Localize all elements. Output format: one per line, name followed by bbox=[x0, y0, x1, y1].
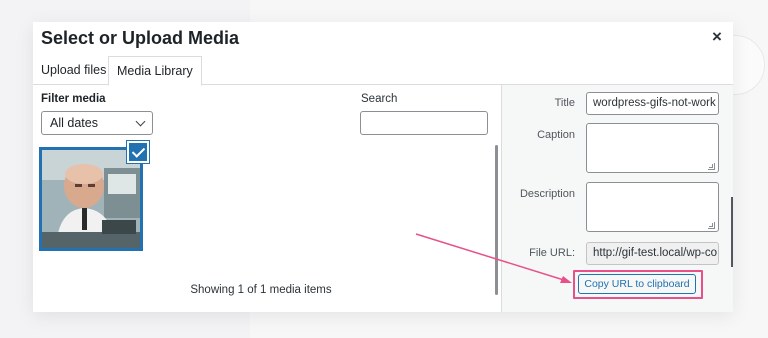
gif-thumbnail-image bbox=[42, 150, 140, 248]
media-modal: Select or Upload Media × Upload files Me… bbox=[33, 22, 733, 312]
search-label: Search bbox=[361, 93, 398, 105]
media-browser: Filter media All dates Search Showing 1 … bbox=[33, 85, 501, 312]
attachment-details-panel: Title wordpress-gifs-not-work Caption De… bbox=[501, 85, 733, 312]
file-url-label: File URL: bbox=[529, 247, 575, 259]
description-field[interactable] bbox=[586, 182, 719, 232]
tab-media-library[interactable]: Media Library bbox=[108, 56, 202, 86]
selected-checkmark-icon[interactable] bbox=[127, 141, 149, 163]
title-label: Title bbox=[554, 97, 575, 109]
title-field[interactable]: wordpress-gifs-not-work bbox=[586, 92, 719, 115]
resize-grip-icon[interactable] bbox=[708, 222, 715, 229]
media-tabs: Upload files Media Library bbox=[33, 56, 733, 86]
modal-title: Select or Upload Media bbox=[41, 28, 240, 48]
resize-grip-icon[interactable] bbox=[708, 163, 715, 170]
media-scrollbar[interactable] bbox=[495, 145, 498, 295]
chevron-down-icon bbox=[135, 116, 146, 127]
file-url-field[interactable]: http://gif-test.local/wp-co bbox=[586, 242, 719, 265]
caption-label: Caption bbox=[537, 129, 575, 141]
close-icon[interactable]: × bbox=[709, 28, 725, 45]
search-input[interactable] bbox=[360, 111, 488, 135]
date-filter-value: All dates bbox=[50, 116, 98, 130]
copy-url-button[interactable]: Copy URL to clipboard bbox=[578, 274, 696, 294]
media-count-text: Showing 1 of 1 media items bbox=[190, 284, 332, 296]
date-filter-select[interactable]: All dates bbox=[41, 111, 153, 135]
details-scrollbar[interactable] bbox=[731, 197, 733, 267]
tab-upload-files[interactable]: Upload files bbox=[33, 56, 114, 85]
caption-field[interactable] bbox=[586, 123, 719, 173]
filter-media-label: Filter media bbox=[41, 93, 106, 105]
description-label: Description bbox=[519, 188, 575, 200]
